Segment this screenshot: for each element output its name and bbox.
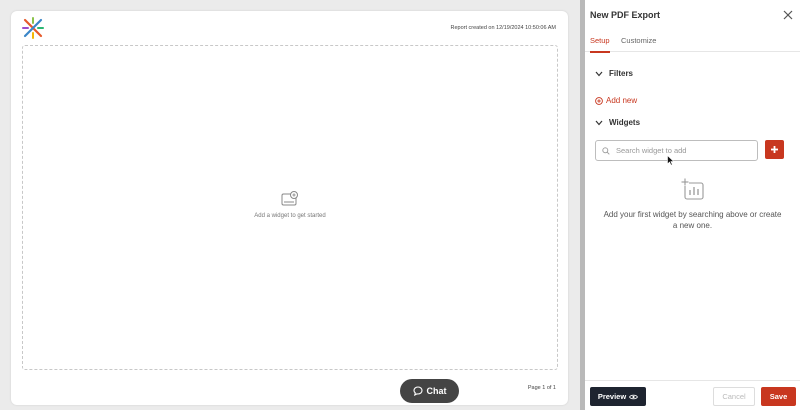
add-filter-link[interactable]: Add new [595,96,637,105]
panel-footer: Preview Cancel Save [585,380,800,410]
panel-title: New PDF Export [590,10,661,20]
filters-section-toggle[interactable]: Filters [595,69,633,78]
preview-button[interactable]: Preview [590,387,646,406]
chat-icon [412,386,423,396]
report-created-text: Report created on 12/19/2024 10:50:06 AM [450,25,557,31]
save-button[interactable]: Save [761,387,796,406]
add-widget-placeholder-icon [281,191,298,206]
chevron-down-icon [595,71,603,76]
close-icon[interactable] [782,9,794,21]
widgets-heading: Widgets [609,118,641,127]
cursor-icon [667,155,675,166]
add-widget-button[interactable] [765,140,784,159]
filters-heading: Filters [609,69,634,78]
panel-tabs: Setup Customize [585,30,800,53]
tab-setup[interactable]: Setup [590,36,610,53]
report-canvas: Report created on 12/19/2024 10:50:06 AM… [0,0,580,410]
widgets-empty-state: Add your first widget by searching above… [595,178,790,231]
chat-label: Chat [426,386,447,396]
widgets-section-toggle[interactable]: Widgets [595,118,640,127]
empty-state: Add a widget to get started [23,191,557,219]
plus-icon [771,146,778,153]
page-indicator: Page 1 of 1 [527,385,556,391]
widget-search-input[interactable] [616,146,746,155]
search-icon [602,146,610,155]
chat-button[interactable]: Chat [400,379,459,403]
widget-dropzone[interactable]: Add a widget to get started [22,45,558,370]
eye-icon [629,394,639,399]
preview-label: Preview [597,392,627,401]
pdf-export-panel: New PDF Export Setup Customize Filters A… [585,0,800,410]
tab-customize[interactable]: Customize [621,36,656,51]
cancel-button[interactable]: Cancel [713,387,755,406]
chart-add-icon [680,178,704,200]
add-new-label: Add new [606,96,638,105]
empty-state-text: Add a widget to get started [254,213,326,219]
chevron-down-icon [595,120,603,125]
widgets-empty-text: Add your first widget by searching above… [603,210,782,230]
logo-icon [22,17,44,39]
plus-circle-icon [595,96,603,105]
widget-search-box[interactable] [595,140,758,161]
report-page: Report created on 12/19/2024 10:50:06 AM… [11,11,568,405]
